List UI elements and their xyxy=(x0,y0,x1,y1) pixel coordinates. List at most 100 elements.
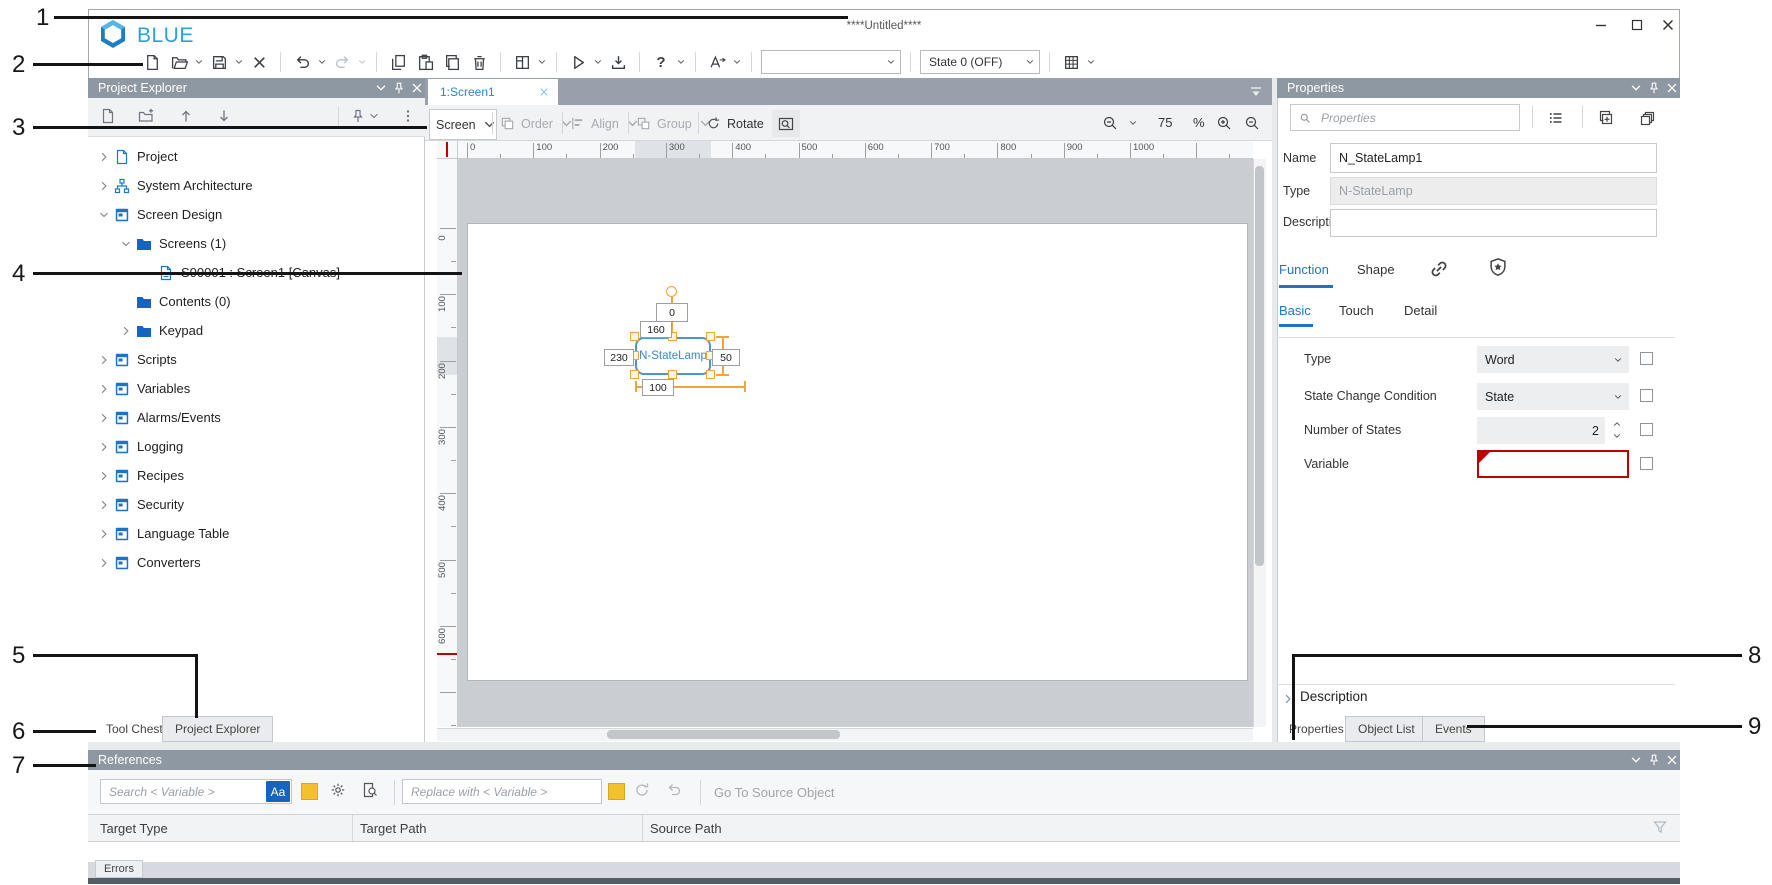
chevron-right-icon[interactable] xyxy=(98,412,110,424)
tab-shape[interactable]: Shape xyxy=(1357,262,1395,277)
tab-link-icon[interactable] xyxy=(1428,258,1450,280)
chevron-right-icon[interactable] xyxy=(98,180,110,192)
tab-object-list[interactable]: Object List xyxy=(1345,716,1428,742)
canvas-page[interactable] xyxy=(467,223,1248,681)
tree-item-variables[interactable]: Variables xyxy=(88,374,424,403)
go-to-source-button[interactable]: Go To Source Object xyxy=(714,785,834,800)
refresh-button[interactable] xyxy=(634,782,652,800)
save-button[interactable] xyxy=(207,50,231,74)
tree-item-screens-1[interactable]: Screens (1) xyxy=(88,229,424,258)
tab-function[interactable]: Function xyxy=(1279,262,1329,277)
references-search-input[interactable] xyxy=(100,779,292,804)
copy-properties-icon[interactable] xyxy=(1598,110,1614,126)
close-project-button[interactable] xyxy=(247,50,271,74)
screen-dropdown[interactable]: Screen xyxy=(429,109,497,140)
pin-icon[interactable] xyxy=(1647,81,1661,95)
tree-item-system-architecture[interactable]: System Architecture xyxy=(88,171,424,200)
chevron-down-icon[interactable] xyxy=(537,57,547,67)
state-change-checkbox[interactable] xyxy=(1640,389,1653,402)
new-item-icon[interactable] xyxy=(100,108,116,124)
chevron-down-icon[interactable] xyxy=(357,57,367,67)
tab-close-icon[interactable] xyxy=(538,86,550,98)
panel-close-icon[interactable] xyxy=(410,81,424,95)
chevron-right-icon[interactable] xyxy=(98,441,110,453)
subtab-touch[interactable]: Touch xyxy=(1339,303,1374,318)
help-button[interactable]: ? xyxy=(649,50,673,74)
chevron-down-icon[interactable] xyxy=(732,57,742,67)
chevron-right-icon[interactable] xyxy=(98,354,110,366)
chevron-down-icon[interactable] xyxy=(368,110,380,122)
search-references-button[interactable] xyxy=(362,782,380,800)
undo-replace-button[interactable] xyxy=(666,782,684,800)
type-dropdown[interactable]: Word xyxy=(1477,346,1629,373)
panel-menu-icon[interactable] xyxy=(374,81,388,95)
filter-icon[interactable] xyxy=(1652,819,1668,835)
resize-handle-ne[interactable] xyxy=(706,332,715,341)
chevron-right-icon[interactable] xyxy=(98,499,110,511)
grid-settings-button[interactable] xyxy=(1059,50,1083,74)
resize-handle-nw[interactable] xyxy=(630,332,639,341)
minimize-button[interactable] xyxy=(1592,16,1610,34)
chevron-right-icon[interactable] xyxy=(98,557,110,569)
vertical-scrollbar-thumb[interactable] xyxy=(1255,166,1264,566)
subtab-detail[interactable]: Detail xyxy=(1404,303,1437,318)
chevron-right-icon[interactable] xyxy=(120,325,132,337)
tree-item-converters[interactable]: Converters xyxy=(88,548,424,577)
tab-project-explorer[interactable]: Project Explorer xyxy=(162,716,273,742)
new-file-button[interactable] xyxy=(140,50,164,74)
panel-close-icon[interactable] xyxy=(1665,81,1679,95)
name-field[interactable] xyxy=(1330,143,1657,173)
list-view-icon[interactable] xyxy=(1548,110,1564,126)
state-combo[interactable]: State 0 (OFF) xyxy=(920,50,1040,74)
horizontal-scrollbar-thumb[interactable] xyxy=(607,730,840,739)
duplicate-button[interactable] xyxy=(440,50,464,74)
open-button[interactable] xyxy=(167,50,191,74)
chevron-down-icon[interactable] xyxy=(234,57,244,67)
panel-menu-icon[interactable] xyxy=(1629,753,1643,767)
tree-item-recipes[interactable]: Recipes xyxy=(88,461,424,490)
chevron-right-icon[interactable] xyxy=(98,151,110,163)
column-target-path[interactable]: Target Path xyxy=(360,821,427,836)
column-source-path[interactable]: Source Path xyxy=(650,821,722,836)
tree-item-keypad[interactable]: Keypad xyxy=(88,316,424,345)
chevron-right-icon[interactable] xyxy=(98,470,110,482)
type-checkbox[interactable] xyxy=(1640,352,1653,365)
tab-errors[interactable]: Errors xyxy=(95,860,143,878)
horizontal-scrollbar[interactable] xyxy=(437,728,1253,741)
tree-item-language-table[interactable]: Language Table xyxy=(88,519,424,548)
pin-icon[interactable] xyxy=(392,81,406,95)
tab-properties-bottom[interactable]: Properties xyxy=(1277,716,1356,742)
rotation-handle[interactable] xyxy=(666,286,677,297)
horizontal-splitter[interactable] xyxy=(88,742,1680,750)
variable-checkbox[interactable] xyxy=(1640,457,1653,470)
delete-button[interactable] xyxy=(467,50,491,74)
chevron-down-icon[interactable] xyxy=(120,238,132,250)
split-window-button[interactable] xyxy=(510,50,534,74)
new-folder-icon[interactable] xyxy=(138,108,154,124)
tree-item-project[interactable]: Project xyxy=(88,142,424,171)
zoom-menu-icon[interactable] xyxy=(1128,118,1138,128)
spinner-down-icon[interactable] xyxy=(1612,431,1622,441)
chevron-down-icon[interactable] xyxy=(98,209,110,221)
find-on-screen-button[interactable] xyxy=(772,110,800,137)
chevron-right-icon[interactable] xyxy=(98,383,110,395)
zoom-in-icon[interactable] xyxy=(1216,115,1232,131)
more-options-icon[interactable] xyxy=(400,108,416,124)
zoom-value[interactable]: 75 xyxy=(1158,115,1172,130)
undo-button[interactable] xyxy=(290,50,314,74)
run-button[interactable] xyxy=(566,50,590,74)
chevron-down-icon[interactable] xyxy=(1086,57,1096,67)
screen-combo[interactable] xyxy=(761,50,901,74)
paste-properties-icon[interactable] xyxy=(1640,110,1656,126)
group-dropdown[interactable]: Group xyxy=(636,109,713,138)
redo-button[interactable] xyxy=(330,50,354,74)
tree-item-contents-0[interactable]: Contents (0) xyxy=(88,287,424,316)
paste-button[interactable] xyxy=(413,50,437,74)
auto-hide-icon[interactable] xyxy=(350,108,366,124)
close-button[interactable] xyxy=(1659,16,1677,34)
properties-search[interactable] xyxy=(1290,104,1520,131)
tree-item-scripts[interactable]: Scripts xyxy=(88,345,424,374)
tab-security-icon[interactable] xyxy=(1488,257,1508,277)
tab-screen1[interactable]: 1:Screen1 xyxy=(428,79,558,105)
subtab-basic[interactable]: Basic xyxy=(1279,303,1311,318)
